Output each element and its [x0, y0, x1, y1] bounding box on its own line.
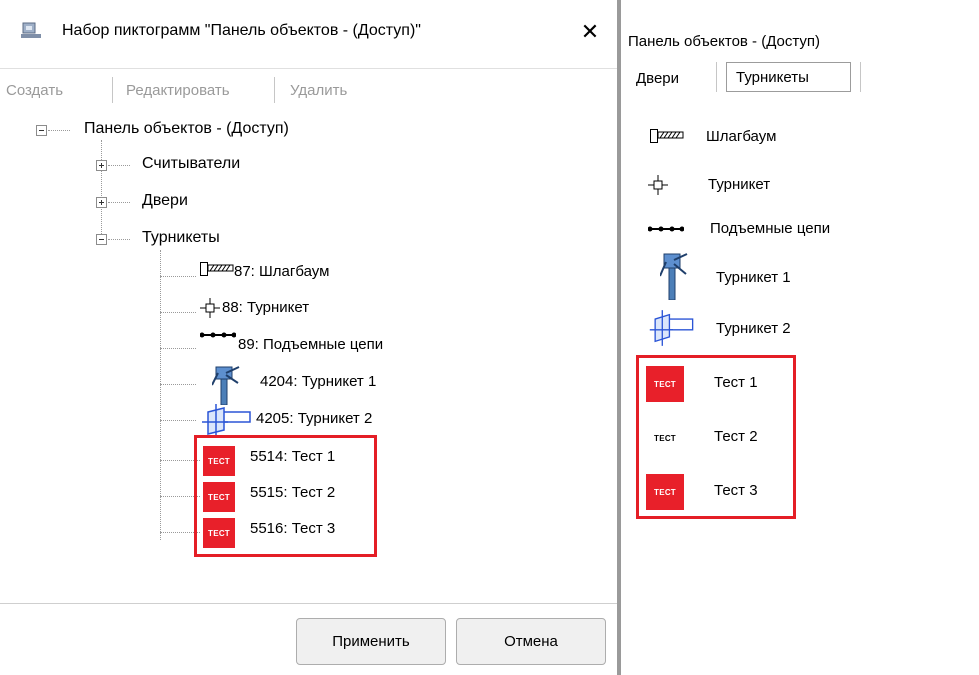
toolbar-divider: [274, 77, 275, 103]
collapse-icon[interactable]: [96, 234, 107, 245]
tab-turnstiles-label: Турникеты: [736, 69, 809, 86]
dialog-title: Набор пиктограмм "Панель объектов - (Дос…: [62, 22, 421, 39]
tree-connector: [160, 312, 196, 313]
tree-item[interactable]: 88: Турникет: [222, 299, 309, 316]
tree-connector: [160, 420, 196, 421]
turnstile-2-icon: [649, 310, 694, 346]
tree-item[interactable]: 4204: Турникет 1: [260, 373, 376, 390]
cancel-button[interactable]: Отмена: [456, 618, 606, 665]
tree-connector: [160, 348, 196, 349]
tab-divider: [860, 62, 861, 92]
tab-divider: [716, 62, 717, 92]
tree-connector: [160, 384, 196, 385]
palette-item[interactable]: Турникет: [708, 176, 770, 193]
barrier-icon: [650, 129, 684, 143]
panel-splitter[interactable]: [617, 0, 621, 675]
collapse-icon[interactable]: [36, 125, 47, 136]
turnstile-1-icon: [212, 366, 240, 405]
tree-connector: [160, 276, 196, 277]
turnstile-1-icon: [660, 253, 688, 300]
tree-connector: [108, 165, 130, 166]
tab-doors[interactable]: Двери: [636, 70, 679, 87]
turnstile-2-icon: [202, 404, 251, 438]
close-icon: ✕: [580, 19, 600, 44]
turnstile-icon: [648, 175, 668, 195]
palette-item[interactable]: Подъемные цепи: [710, 220, 830, 237]
app-icon: [21, 22, 41, 38]
toolbar-divider: [112, 77, 113, 103]
turnstile-icon: [200, 298, 220, 318]
tree-connector: [108, 202, 130, 203]
tree-root[interactable]: Панель объектов - (Доступ): [84, 120, 289, 138]
icon-set-dialog: Набор пиктограмм "Панель объектов - (Дос…: [0, 0, 618, 675]
expand-icon[interactable]: [96, 160, 107, 171]
create-button[interactable]: Создать: [6, 82, 63, 99]
tree-group-readers[interactable]: Считыватели: [142, 155, 240, 173]
expand-icon[interactable]: [96, 197, 107, 208]
close-button[interactable]: ✕: [575, 18, 605, 46]
highlight-box: [636, 355, 796, 519]
tab-turnstiles[interactable]: Турникеты: [726, 62, 851, 92]
tree-group-doors[interactable]: Двери: [142, 192, 188, 210]
tree-group-turnstiles[interactable]: Турникеты: [142, 229, 220, 247]
palette-item[interactable]: Турникет 2: [716, 320, 791, 337]
palette-item[interactable]: Турникет 1: [716, 269, 791, 286]
tree-connector: [108, 239, 130, 240]
chain-icon: [200, 332, 236, 338]
chain-icon: [648, 226, 684, 232]
highlight-box: [194, 435, 377, 557]
edit-button[interactable]: Редактировать: [126, 82, 230, 99]
apply-button[interactable]: Применить: [296, 618, 446, 665]
delete-button[interactable]: Удалить: [290, 82, 347, 99]
panel-title: Панель объектов - (Доступ): [628, 33, 821, 50]
tree-connector: [101, 140, 102, 238]
tree-item[interactable]: 87: Шлагбаум: [234, 263, 329, 280]
barrier-icon: [200, 262, 234, 276]
palette-item[interactable]: Шлагбаум: [706, 128, 776, 145]
tree-item[interactable]: 89: Подъемные цепи: [238, 336, 383, 353]
tree-connector: [48, 130, 70, 131]
divider: [0, 603, 617, 604]
tree-item[interactable]: 4205: Турникет 2: [256, 410, 372, 427]
